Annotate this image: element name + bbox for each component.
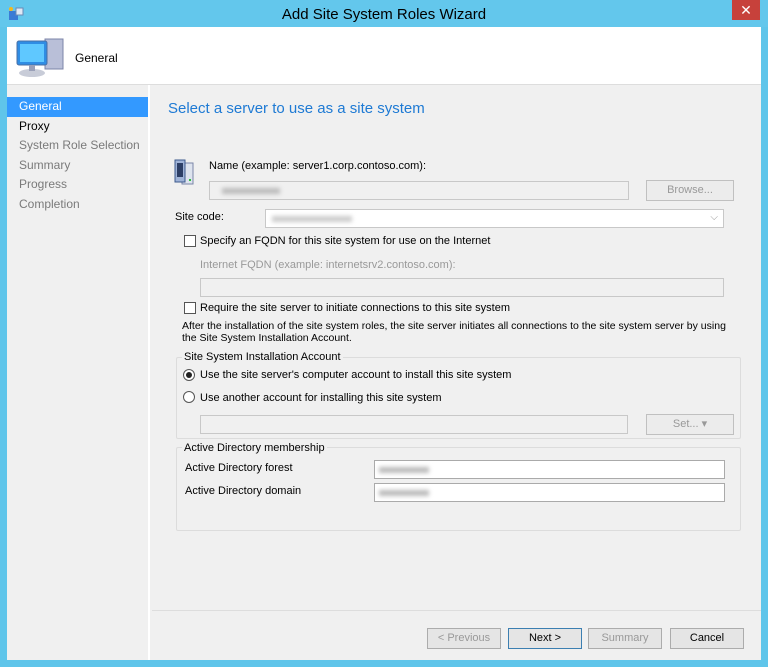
fqdn-label: Internet FQDN (example: internetsrv2.con… bbox=[200, 259, 456, 271]
chevron-down-icon: ⌵ bbox=[710, 212, 718, 223]
ad-forest-label: Active Directory forest bbox=[185, 462, 293, 474]
account-input[interactable] bbox=[200, 415, 628, 434]
cancel-button[interactable]: Cancel bbox=[670, 628, 744, 649]
ad-domain-label: Active Directory domain bbox=[185, 485, 302, 497]
wizard-footer: < Previous Next > Summary Cancel bbox=[152, 610, 761, 660]
fqdn-checkbox[interactable] bbox=[184, 235, 196, 247]
dropdown-arrow-icon: ▾ bbox=[701, 418, 708, 430]
nav-item-summary[interactable]: Summary bbox=[7, 156, 148, 176]
wizard-header: General bbox=[7, 27, 761, 85]
require-checkbox-label[interactable]: Require the site server to initiate conn… bbox=[200, 302, 510, 314]
browse-button[interactable]: Browse... bbox=[646, 180, 734, 201]
wizard-window: General General Proxy System Role Select… bbox=[7, 27, 761, 660]
ad-membership-label: Active Directory membership bbox=[182, 442, 327, 454]
nav-item-general[interactable]: General bbox=[7, 97, 148, 117]
nav-item-progress[interactable]: Progress bbox=[7, 175, 148, 195]
main-panel: Select a server to use as a site system … bbox=[152, 85, 761, 610]
server-icon bbox=[174, 159, 194, 185]
header-title: General bbox=[75, 51, 118, 65]
computer-account-radio[interactable] bbox=[183, 369, 195, 381]
require-checkbox[interactable] bbox=[184, 302, 196, 314]
fqdn-checkbox-label[interactable]: Specify an FQDN for this site system for… bbox=[200, 235, 490, 247]
another-account-radio[interactable] bbox=[183, 391, 195, 403]
name-label: Name (example: server1.corp.contoso.com)… bbox=[209, 160, 427, 172]
installation-account-label: Site System Installation Account bbox=[182, 351, 343, 363]
page-heading: Select a server to use as a site system bbox=[168, 100, 425, 117]
set-button[interactable]: Set... ▾ bbox=[646, 414, 734, 435]
next-button[interactable]: Next > bbox=[508, 628, 582, 649]
fqdn-input[interactable] bbox=[200, 278, 724, 297]
title-bar: Add Site System Roles Wizard ✕ bbox=[0, 0, 768, 27]
set-button-label: Set... bbox=[672, 418, 699, 430]
computer-account-label[interactable]: Use the site server's computer account t… bbox=[200, 369, 511, 381]
ad-domain-input[interactable] bbox=[374, 483, 725, 502]
nav-item-completion[interactable]: Completion bbox=[7, 195, 148, 215]
require-note: After the installation of the site syste… bbox=[182, 320, 726, 344]
site-code-dropdown[interactable]: ⌵ bbox=[265, 209, 724, 228]
nav-item-system-role-selection[interactable]: System Role Selection bbox=[7, 136, 148, 156]
wizard-nav: General Proxy System Role Selection Summ… bbox=[7, 85, 150, 660]
close-button[interactable]: ✕ bbox=[732, 0, 760, 20]
summary-button[interactable]: Summary bbox=[588, 628, 662, 649]
another-account-label[interactable]: Use another account for installing this … bbox=[200, 392, 442, 404]
name-input[interactable] bbox=[209, 181, 629, 200]
window-title: Add Site System Roles Wizard bbox=[281, 6, 487, 23]
nav-item-proxy[interactable]: Proxy bbox=[7, 117, 148, 137]
computer-icon bbox=[16, 38, 64, 77]
site-code-label: Site code: bbox=[175, 211, 224, 223]
previous-button[interactable]: < Previous bbox=[427, 628, 501, 649]
ad-forest-input[interactable] bbox=[374, 460, 725, 479]
